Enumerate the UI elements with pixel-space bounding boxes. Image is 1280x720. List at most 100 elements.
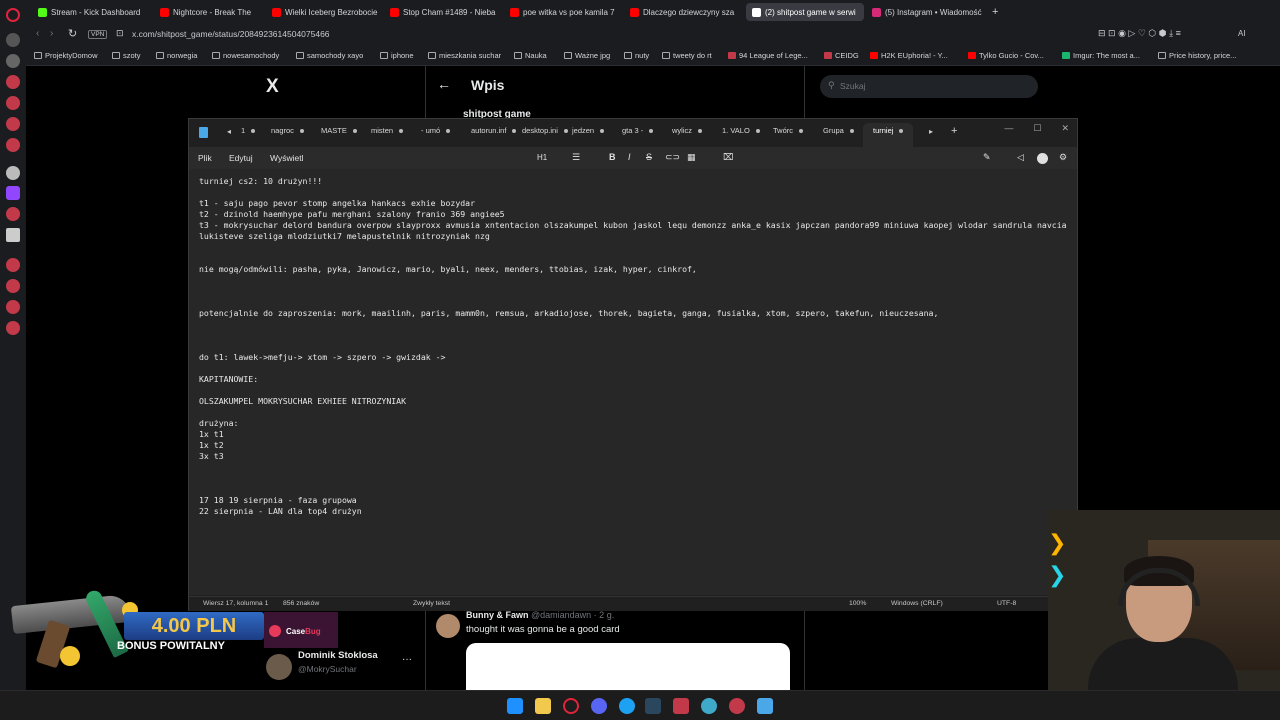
maximize-icon[interactable]: ☐ [1033, 123, 1041, 134]
bookmark-item[interactable]: ProjektyDomow [34, 51, 98, 60]
history-icon[interactable] [6, 138, 20, 152]
bold-icon[interactable]: B [609, 152, 616, 162]
notepad-tab[interactable]: Twórc [773, 126, 804, 135]
bookmark-item[interactable]: 94 League of Lege... [728, 51, 808, 60]
obs-icon[interactable] [729, 698, 745, 714]
notepad-tab[interactable]: desktop.ini [522, 126, 568, 135]
clear-format-icon[interactable]: ⌧ [723, 152, 733, 163]
windows-start-icon[interactable] [507, 698, 523, 714]
back-arrow-icon[interactable]: ← [437, 76, 451, 92]
bookmark-item[interactable]: iphone [380, 51, 414, 60]
back-icon[interactable]: ‹ [36, 28, 39, 39]
forward-icon[interactable]: › [50, 28, 53, 39]
player-icon[interactable] [6, 258, 20, 272]
notepad-tab[interactable]: - umó [421, 126, 451, 135]
notepad-tab[interactable]: MASTE [321, 126, 357, 135]
bookmark-item[interactable]: norwegia [156, 51, 197, 60]
browser-tab[interactable]: Dlaczego dziewczyny sza [624, 3, 744, 21]
line-endings[interactable]: Windows (CRLF) [891, 600, 943, 607]
bookmark-item[interactable]: tweety do rt [662, 51, 712, 60]
feedback-icon[interactable]: ◁ [1017, 152, 1024, 163]
notepad-tab[interactable]: jedzen [572, 126, 605, 135]
notepad-tab[interactable]: gta 3 - [622, 126, 654, 135]
notepad-tab-active[interactable]: turniej [873, 126, 904, 135]
menu-view[interactable]: Wyświetl [270, 153, 303, 163]
browser-tab[interactable]: poe witka vs poe kamila 7 [504, 3, 622, 21]
notepad-tab[interactable]: 1. VALO [722, 126, 760, 135]
notepad-tab[interactable]: Grupa [823, 126, 854, 135]
tab-scroll-right-icon[interactable]: ▸ [929, 127, 933, 136]
riot-icon[interactable] [673, 698, 689, 714]
toolbar-icons[interactable]: ⊟ ⊡ ◉ ▷ ♡ ⬡ ⬢ ⤓ ≡ [1098, 28, 1181, 39]
opera-logo-icon[interactable] [6, 8, 20, 22]
bookmark-item[interactable]: Tylko Gucio - Cov... [968, 51, 1044, 60]
notepad-tab[interactable]: misten [371, 126, 404, 135]
browser-tab[interactable]: Wielki Iceberg Bezrobocie [266, 3, 382, 21]
opera-icon[interactable] [563, 698, 579, 714]
messenger-icon[interactable] [619, 698, 635, 714]
bookmark-item[interactable]: Price history, price... [1158, 51, 1236, 60]
strikethrough-icon[interactable]: S [646, 152, 652, 162]
extensions-icon[interactable] [6, 300, 20, 314]
bookmark-item[interactable]: Nauka [514, 51, 547, 60]
lock-icon[interactable]: ⊡ [116, 28, 124, 39]
social-icon[interactable] [6, 96, 20, 110]
minimize-icon[interactable]: — [1004, 123, 1013, 134]
close-icon[interactable]: ✕ [1061, 123, 1069, 134]
browser-tab[interactable]: (5) Instagram • Wiadomość [866, 3, 984, 21]
text-format[interactable]: Zwykły tekst [413, 600, 450, 607]
text-editor[interactable]: turniej cs2: 10 drużyn!!! t1 - saju pago… [189, 169, 1077, 595]
tab-scroll-left-icon[interactable]: ◂ [227, 127, 231, 136]
speed-dial-icon[interactable] [6, 33, 20, 47]
reply-author[interactable]: Bunny & Fawn @damiandawn · 2 g. [466, 610, 614, 620]
settings-gear-icon[interactable]: ⚙ [1059, 152, 1067, 163]
ai-button[interactable]: AI [1238, 29, 1246, 38]
messenger-icon[interactable] [6, 75, 20, 89]
zoom-level[interactable]: 100% [849, 600, 866, 607]
notepad-tab[interactable]: wylicz [672, 126, 702, 135]
x-logo[interactable]: X [266, 76, 279, 98]
browser-tab-active[interactable]: (2) shitpost game w serwi [746, 3, 864, 21]
bookmarks-icon[interactable] [6, 279, 20, 293]
bookmark-item[interactable]: Ważne jpg [564, 51, 610, 60]
browser-tab[interactable]: Nightcore - Break The [154, 3, 264, 21]
browser-tab[interactable]: Stop Cham #1489 - Nieba [384, 3, 502, 21]
italic-icon[interactable]: I [628, 152, 631, 162]
avatar[interactable] [436, 614, 460, 638]
encoding[interactable]: UTF-8 [997, 600, 1016, 607]
bookmark-item[interactable]: samochody xayo [296, 51, 363, 60]
notepad-tab[interactable]: autorun.inf [471, 126, 517, 135]
new-tab-button[interactable]: + [986, 3, 1006, 21]
bookmark-item[interactable]: nuty [624, 51, 649, 60]
notepad-taskbar-icon[interactable] [757, 698, 773, 714]
x-sidebar-icon[interactable] [6, 228, 20, 242]
twitch-icon[interactable] [6, 186, 20, 200]
more-icon[interactable]: ··· [402, 654, 412, 665]
reload-icon[interactable]: ↻ [68, 27, 77, 40]
menu-edit[interactable]: Edytuj [229, 153, 253, 163]
music-icon[interactable] [6, 117, 20, 131]
discord-icon[interactable] [591, 698, 607, 714]
browser-tab[interactable]: Stream - Kick Dashboard [32, 3, 152, 21]
notepad-new-tab-button[interactable]: + [951, 125, 957, 137]
bookmark-item[interactable]: Imgur: The most a... [1062, 51, 1140, 60]
bookmark-item[interactable]: CEIDG [824, 51, 859, 60]
search-input[interactable]: ⚲ Szukaj [820, 75, 1038, 98]
menu-file[interactable]: Plik [198, 153, 212, 163]
notepad-tab[interactable]: nagroc [271, 126, 304, 135]
percent-icon[interactable] [6, 207, 20, 221]
bookmark-item[interactable]: szoty [112, 51, 141, 60]
bookmark-item[interactable]: H2K EUphoria! - Y... [870, 51, 948, 60]
reply-media-card[interactable] [466, 643, 790, 691]
account-icon[interactable] [1037, 153, 1048, 164]
ai-icon[interactable] [6, 54, 20, 68]
url-field[interactable]: x.com/shitpost_game/status/2084923614504… [132, 29, 330, 39]
settings-icon[interactable] [6, 321, 20, 335]
table-icon[interactable]: ▦ [687, 152, 696, 163]
bookmark-item[interactable]: nowesamochody [212, 51, 279, 60]
link-icon[interactable]: ⊂⊃ [665, 152, 680, 163]
chatgpt-icon[interactable] [6, 166, 20, 180]
app-icon[interactable] [701, 698, 717, 714]
list-icon[interactable]: ☰ [572, 152, 580, 163]
steam-icon[interactable] [645, 698, 661, 714]
